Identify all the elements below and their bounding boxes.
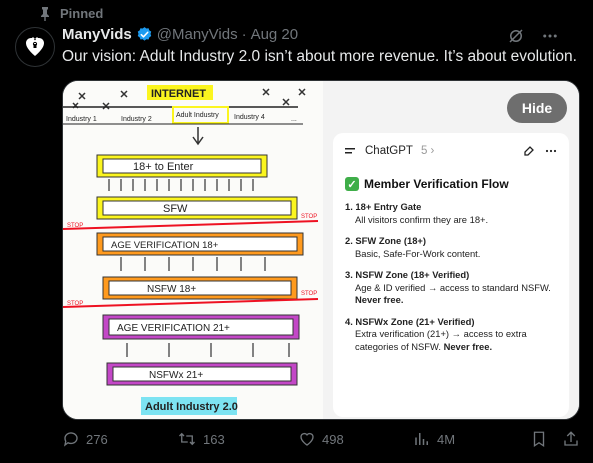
chatgpt-screenshot: ChatGPT 5 › ✓ Member Verification Flow 1… <box>323 81 579 419</box>
flow-step: 3. NSFW Zone (18+ Verified) Age & ID ver… <box>345 269 563 307</box>
menu-icon <box>345 148 355 154</box>
repost-count: 163 <box>203 431 225 447</box>
author-handle[interactable]: @ManyVids <box>157 26 238 43</box>
stop-label: STOP <box>301 291 317 297</box>
sketch-box-label: AGE VERIFICATION 21+ <box>117 323 230 334</box>
avatar[interactable] <box>15 27 55 67</box>
repost-button[interactable]: 163 <box>177 430 225 448</box>
share-icon <box>564 431 578 446</box>
step-title: 4. NSFWx Zone (21+ Verified) <box>345 315 475 327</box>
like-count: 498 <box>322 431 344 447</box>
sketch-footer: Adult Industry 2.0 <box>145 401 238 413</box>
step-title: 1. 18+ Entry Gate <box>345 201 422 212</box>
bookmark-button[interactable] <box>530 430 548 448</box>
step-desc: All visitors confirm they are 18+. <box>355 213 489 225</box>
views-button[interactable]: 4M <box>413 430 455 448</box>
pinned-indicator: Pinned <box>40 6 103 21</box>
chat-model-version: 5 › <box>420 145 435 157</box>
step-desc: Basic, Safe-For-Work content. <box>355 247 481 259</box>
step-desc-emphasis: Never free. <box>355 294 404 305</box>
post-date[interactable]: Aug 20 <box>251 26 299 43</box>
flow-steps: 1. 18+ Entry Gate All visitors confirm t… <box>345 201 563 362</box>
step-title: 2. SFW Zone (18+) <box>345 235 427 246</box>
step-desc-emphasis: Never free. <box>443 340 493 352</box>
check-icon: ✓ <box>345 177 359 191</box>
step-desc: Age & ID verified → access to standard N… <box>345 282 563 307</box>
pinned-label: Pinned <box>60 6 104 21</box>
reply-icon <box>63 432 78 447</box>
flow-sketch-image: INTERNET Industry 1 Industry 2 Adult Ind… <box>63 81 323 419</box>
step-title: 3. NSFW Zone (18+ Verified) <box>345 269 470 280</box>
flow-title: ✓ Member Verification Flow <box>345 177 509 191</box>
views-icon <box>415 433 428 445</box>
header-actions <box>507 27 559 45</box>
views-count: 4M <box>437 431 456 447</box>
bookmark-icon <box>533 431 545 448</box>
flow-title-text: Member Verification Flow <box>364 177 509 191</box>
step-desc-text: Extra verification (21+) → access to ext… <box>355 328 527 352</box>
share-button[interactable] <box>562 430 580 448</box>
stop-label: STOP <box>67 223 83 229</box>
flow-step: 4. NSFWx Zone (21+ Verified) Extra verif… <box>345 316 563 354</box>
internet-label: INTERNET <box>151 88 206 100</box>
chat-header: ChatGPT 5 › <box>345 145 557 157</box>
action-bar: 276 163 498 4M <box>62 430 580 452</box>
edit-icon <box>524 146 534 156</box>
sketch-box-label: NSFWx 21+ <box>149 370 203 381</box>
sketch-box-label: AGE VERIFICATION 18+ <box>111 240 219 251</box>
repost-icon <box>179 432 195 446</box>
tweet-header: ManyVids @ManyVids · Aug 20 <box>62 26 298 43</box>
sketch-box-label: SFW <box>163 203 188 215</box>
chat-model-name: ChatGPT <box>365 145 413 157</box>
sketch-box-label: 18+ to Enter <box>133 161 194 173</box>
manyvids-logo-icon <box>26 37 44 56</box>
reply-button[interactable]: 276 <box>62 430 108 448</box>
chat-card: ChatGPT 5 › ✓ Member Verification Flow 1… <box>333 133 569 417</box>
industry-label: Industry 1 <box>66 116 97 123</box>
reply-count: 276 <box>86 431 108 447</box>
tweet-media[interactable]: INTERNET Industry 1 Industry 2 Adult Ind… <box>62 80 580 420</box>
hide-button[interactable]: Hide <box>507 93 567 123</box>
industry-label: Adult Industry <box>176 112 219 119</box>
flow-step: 1. 18+ Entry Gate All visitors confirm t… <box>345 201 563 226</box>
stop-label: STOP <box>67 301 83 307</box>
verified-badge-icon <box>137 27 151 41</box>
industry-label: Industry 2 <box>121 116 152 123</box>
industry-label: ... <box>291 116 297 123</box>
display-name[interactable]: ManyVids <box>62 26 132 43</box>
grok-icon[interactable] <box>507 27 525 45</box>
step-desc: Extra verification (21+) → access to ext… <box>345 328 563 353</box>
separator-dot: · <box>241 26 247 43</box>
industry-label: Industry 4 <box>234 114 265 121</box>
step-desc-text: Age & ID verified → access to standard N… <box>355 281 551 293</box>
more-options-icon[interactable] <box>541 27 559 45</box>
pin-icon <box>41 6 49 21</box>
flow-step: 2. SFW Zone (18+) Basic, Safe-For-Work c… <box>345 235 563 260</box>
like-button[interactable]: 498 <box>298 430 344 448</box>
stop-label: STOP <box>301 214 317 220</box>
chat-more-icon <box>545 149 557 153</box>
sketch-box-label: NSFW 18+ <box>147 284 196 295</box>
tweet-text: Our vision: Adult Industry 2.0 isn’t abo… <box>62 48 577 65</box>
heart-icon <box>300 432 314 446</box>
